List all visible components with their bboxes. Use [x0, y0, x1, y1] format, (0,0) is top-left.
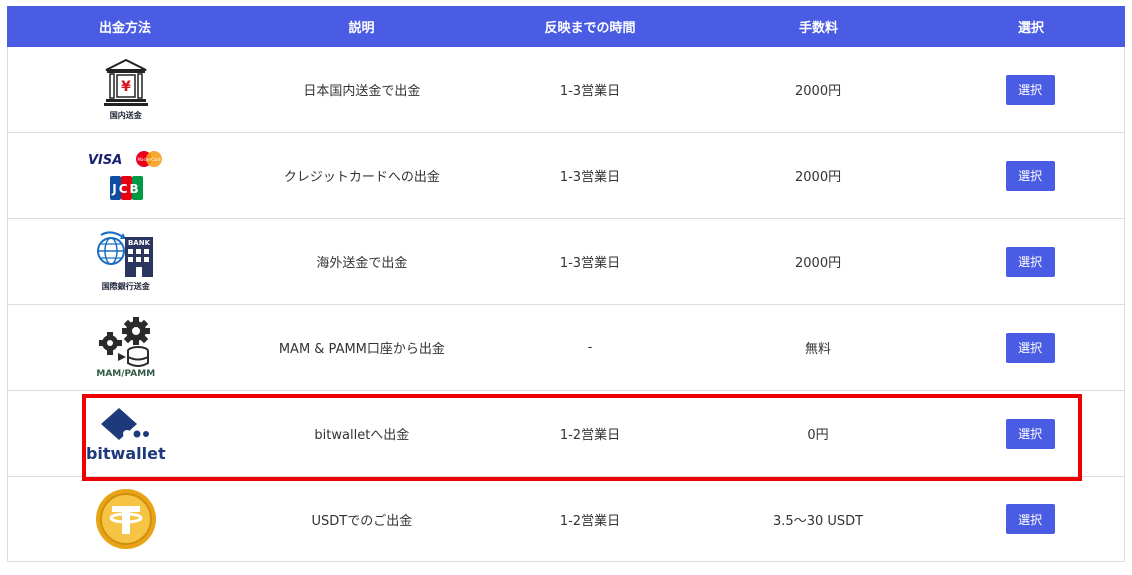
row-fee: 3.5～30 USDT	[773, 513, 864, 529]
jcb-logo-text: JCB	[111, 182, 140, 196]
row-description: bitwalletへ出金	[314, 428, 410, 443]
credit-card-brands-icon: VISA MasterCard JCB	[88, 150, 162, 200]
row-time: -	[587, 340, 593, 355]
select-button-credit-card[interactable]: 選択	[1005, 160, 1055, 191]
header-time: 反映までの時間	[544, 21, 636, 36]
row-fee: 2000円	[795, 256, 842, 271]
mam-pamm-gears-icon	[98, 316, 150, 367]
domestic-bank-icon: ¥	[103, 58, 148, 106]
row-time: 1-2営業日	[559, 513, 621, 529]
international-bank-icon: BANK	[96, 231, 153, 277]
bitwallet-logo: bitwallet	[76, 396, 176, 472]
table-header: 出金方法 説明 反映までの時間 手数料 選択	[7, 6, 1125, 47]
bitwallet-logo-icon	[100, 408, 149, 440]
header-fee: 手数料	[798, 21, 838, 36]
table-row: VISA MasterCard JCB クレジットカードへの出金 1-3営業日 …	[7, 133, 1125, 219]
usdt-tether-coin-icon	[95, 489, 156, 549]
svg-text:¥: ¥	[121, 79, 131, 95]
bank-building-text: BANK	[128, 239, 151, 247]
row-time: 1-3営業日	[559, 170, 621, 185]
row-description: MAM & PAMM口座から出金	[278, 342, 445, 357]
logo-caption: MAM/PAMM	[96, 368, 156, 379]
select-button-international[interactable]: 選択	[1005, 246, 1055, 277]
row-fee: 2000円	[795, 84, 842, 99]
row-fee: 0円	[807, 428, 829, 443]
row-time: 1-3営業日	[559, 256, 621, 271]
row-fee: 2000円	[795, 170, 842, 185]
row-time: 1-3営業日	[559, 84, 621, 99]
header-select: 選択	[1017, 21, 1044, 36]
logo-caption: 国際銀行送金	[101, 282, 150, 291]
withdrawal-methods-table: 出金方法 説明 反映までの時間 手数料 選択 ¥ 国内送金 日本国内送金で出金 …	[7, 6, 1125, 562]
table-row: ¥ 国内送金 日本国内送金で出金 1-3営業日 2000円 選択	[7, 47, 1125, 133]
row-description: クレジットカードへの出金	[283, 170, 440, 185]
domestic-bank-logo: ¥ 国内送金	[76, 52, 176, 128]
select-button-usdt[interactable]: 選択	[1005, 504, 1055, 534]
international-bank-logo: BANK 国際銀行送金	[76, 224, 176, 300]
table-row: BANK 国際銀行送金 海外送金で出金 1-3営業日 2000円 選択	[7, 219, 1125, 305]
logo-caption: bitwallet	[85, 444, 166, 463]
header-description: 説明	[348, 21, 375, 36]
credit-card-logos: VISA MasterCard JCB	[76, 138, 176, 214]
logo-caption: 国内送金	[109, 111, 142, 120]
select-button-bitwallet[interactable]: 選択	[1005, 418, 1055, 449]
select-button-domestic[interactable]: 選択	[1005, 74, 1055, 105]
select-button-mam-pamm[interactable]: 選択	[1005, 332, 1055, 363]
row-description: USDTでのご出金	[311, 513, 413, 529]
mastercard-logo-text: MasterCard	[137, 157, 160, 162]
usdt-logo	[76, 481, 176, 557]
row-time: 1-2営業日	[559, 428, 621, 443]
header-method: 出金方法	[98, 21, 151, 36]
mam-pamm-logo: MAM/PAMM	[76, 310, 176, 386]
table-row: MAM/PAMM MAM & PAMM口座から出金 - 無料 選択	[7, 305, 1125, 391]
table-row: bitwallet bitwalletへ出金 1-2営業日 0円 選択	[7, 391, 1125, 477]
visa-logo-text: VISA	[88, 153, 122, 168]
row-fee: 無料	[805, 342, 832, 357]
row-description: 海外送金で出金	[316, 256, 408, 271]
table-row: USDTでのご出金 1-2営業日 3.5～30 USDT 選択	[7, 477, 1125, 562]
row-description: 日本国内送金で出金	[303, 84, 421, 99]
